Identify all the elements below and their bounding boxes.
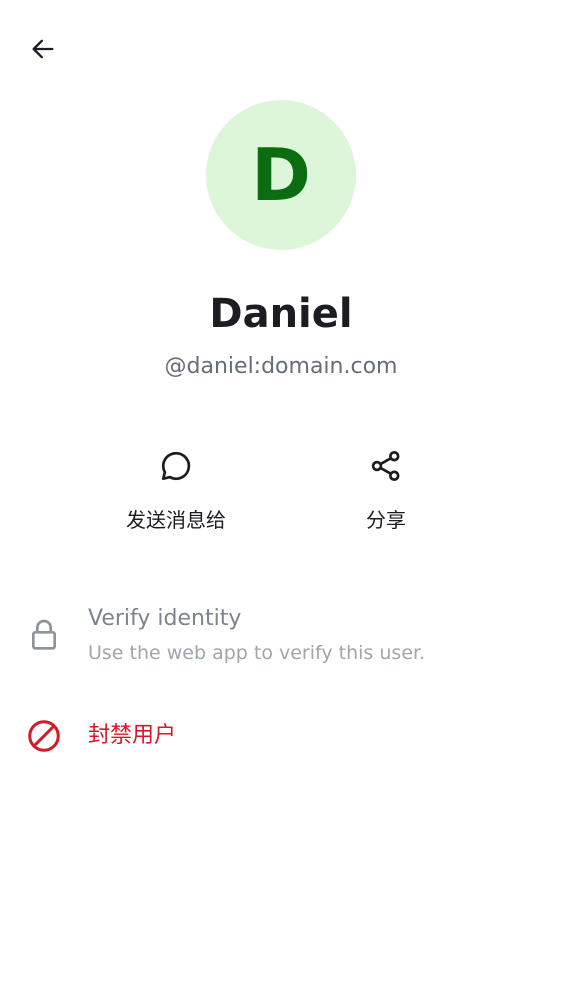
verify-identity-title: Verify identity — [88, 606, 242, 631]
verify-identity-subtitle: Use the web app to verify this user. — [88, 642, 426, 664]
share-button[interactable]: 分享 — [286, 440, 486, 550]
display-name: Daniel — [209, 291, 353, 337]
ban-user-label: 封禁用户 — [88, 723, 177, 748]
share-icon — [366, 446, 406, 486]
share-label: 分享 — [366, 508, 406, 532]
arrow-left-icon — [29, 35, 57, 67]
verify-identity-row[interactable]: Verify identity Use the web app to verif… — [0, 604, 562, 668]
block-icon — [24, 716, 64, 756]
ban-user-row[interactable]: 封禁用户 — [0, 718, 562, 758]
user-id: @daniel:domain.com — [164, 354, 398, 379]
back-button[interactable] — [20, 28, 66, 74]
send-message-label: 发送消息给 — [126, 508, 226, 532]
avatar-initial: D — [251, 133, 311, 217]
user-profile-screen: D Daniel @daniel:domain.com 发送消息给 分享 Ver… — [0, 0, 562, 1000]
send-message-button[interactable]: 发送消息给 — [76, 440, 276, 550]
lock-icon — [24, 615, 64, 655]
avatar: D — [206, 100, 356, 250]
chat-bubble-icon — [156, 446, 196, 486]
